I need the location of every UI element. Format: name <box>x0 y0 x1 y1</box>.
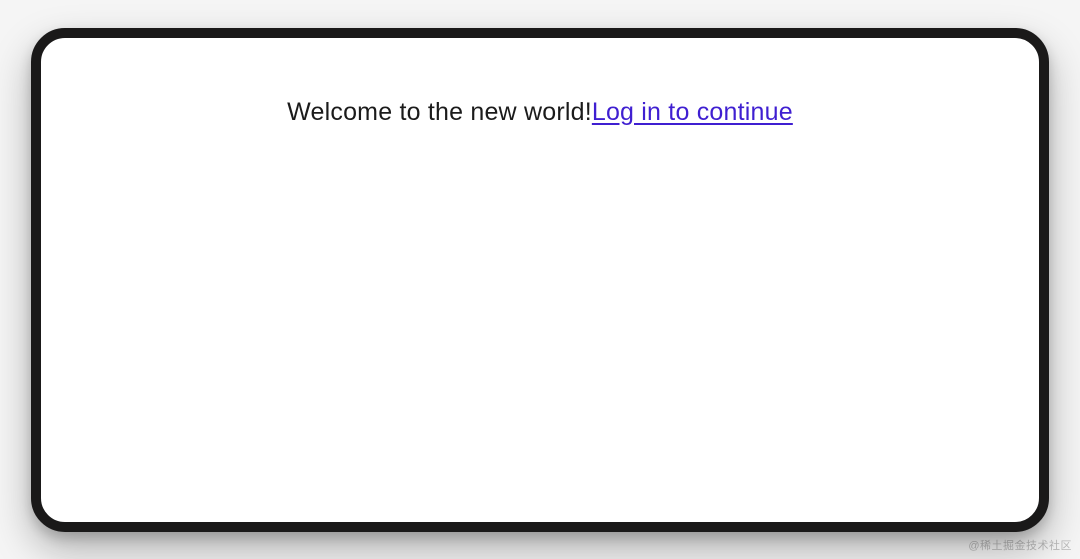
content-area: Welcome to the new world!Log in to conti… <box>41 38 1039 129</box>
welcome-text: Welcome to the new world! <box>287 98 592 126</box>
welcome-line: Welcome to the new world!Log in to conti… <box>41 96 1039 129</box>
login-link[interactable]: Log in to continue <box>592 98 793 126</box>
device-frame: Welcome to the new world!Log in to conti… <box>31 28 1049 532</box>
watermark-text: @稀土掘金技术社区 <box>968 537 1072 553</box>
